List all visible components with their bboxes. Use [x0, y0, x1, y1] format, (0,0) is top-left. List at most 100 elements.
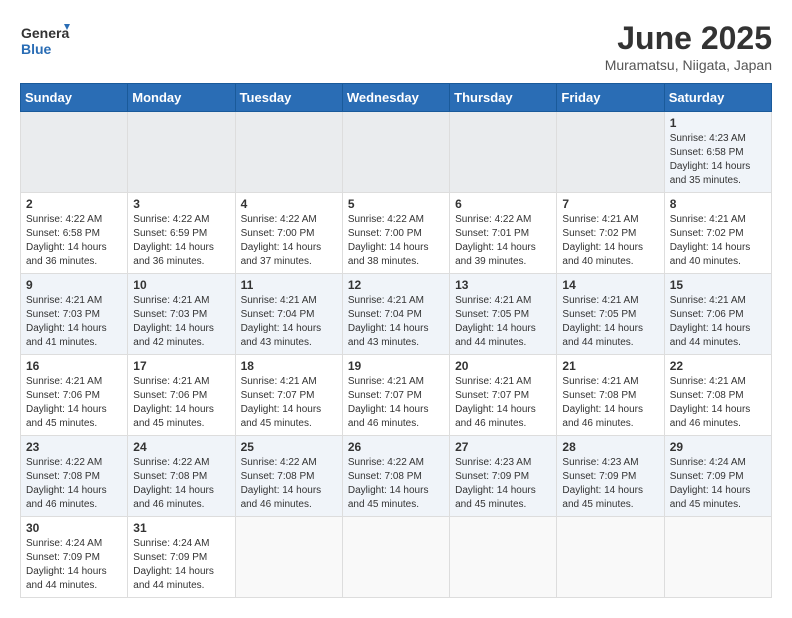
calendar-cell: 15 Sunrise: 4:21 AMSunset: 7:06 PMDayligh…: [664, 274, 771, 355]
day-content: Sunrise: 4:24 AMSunset: 7:09 PMDaylight:…: [670, 456, 766, 512]
day-content: Sunrise: 4:22 AMSunset: 7:08 PMDaylight:…: [26, 456, 122, 512]
calendar-cell: 1Sunrise: 4:23 AMSunset: 6:58 PMDaylight…: [664, 112, 771, 193]
day-content: Sunrise: 4:22 AMSunset: 7:00 PMDaylight:…: [241, 213, 337, 269]
day-number: 29: [670, 440, 766, 454]
logo: General Blue: [20, 20, 70, 64]
header-thursday: Thursday: [450, 84, 557, 112]
calendar-cell: 20 Sunrise: 4:21 AMSunset: 7:07 PMDayligh…: [450, 355, 557, 436]
calendar-week-0: 1Sunrise: 4:23 AMSunset: 6:58 PMDaylight…: [21, 112, 772, 193]
day-content: Sunrise: 4:22 AMSunset: 6:59 PMDaylight:…: [133, 213, 229, 269]
day-number: 26: [348, 440, 444, 454]
day-content: Sunrise: 4:21 AMSunset: 7:07 PMDaylight:…: [455, 375, 551, 431]
day-content: Sunrise: 4:22 AMSunset: 6:58 PMDaylight:…: [26, 213, 122, 269]
calendar-cell: [235, 517, 342, 598]
calendar-cell: 9Sunrise: 4:21 AMSunset: 7:03 PMDaylight…: [21, 274, 128, 355]
day-number: 23: [26, 440, 122, 454]
day-number: 24: [133, 440, 229, 454]
calendar-cell: [342, 112, 449, 193]
calendar-cell: [342, 517, 449, 598]
day-content: Sunrise: 4:21 AMSunset: 7:03 PMDaylight:…: [133, 294, 229, 350]
day-number: 14: [562, 278, 658, 292]
calendar-header-row: SundayMondayTuesdayWednesdayThursdayFrid…: [21, 84, 772, 112]
calendar-cell: [557, 517, 664, 598]
day-content: Sunrise: 4:22 AMSunset: 7:08 PMDaylight:…: [348, 456, 444, 512]
calendar-cell: 19Sunrise: 4:21 AMSunset: 7:07 PMDayligh…: [342, 355, 449, 436]
day-content: Sunrise: 4:21 AMSunset: 7:02 PMDaylight:…: [670, 213, 766, 269]
day-number: 17: [133, 359, 229, 373]
day-content: Sunrise: 4:22 AMSunset: 7:00 PMDaylight:…: [348, 213, 444, 269]
day-number: 6: [455, 197, 551, 211]
calendar-cell: [664, 517, 771, 598]
day-content: Sunrise: 4:21 AMSunset: 7:04 PMDaylight:…: [348, 294, 444, 350]
day-number: 2: [26, 197, 122, 211]
calendar-cell: [235, 112, 342, 193]
day-content: Sunrise: 4:21 AMSunset: 7:05 PMDaylight:…: [562, 294, 658, 350]
day-content: Sunrise: 4:23 AMSunset: 7:09 PMDaylight:…: [455, 456, 551, 512]
day-content: Sunrise: 4:21 AMSunset: 7:06 PMDaylight:…: [26, 375, 122, 431]
calendar-cell: 3Sunrise: 4:22 AMSunset: 6:59 PMDaylight…: [128, 193, 235, 274]
day-number: 20: [455, 359, 551, 373]
calendar-table: SundayMondayTuesdayWednesdayThursdayFrid…: [20, 83, 772, 598]
day-number: 19: [348, 359, 444, 373]
calendar-cell: 16 Sunrise: 4:21 AMSunset: 7:06 PMDayligh…: [21, 355, 128, 436]
header-tuesday: Tuesday: [235, 84, 342, 112]
calendar-cell: 10 Sunrise: 4:21 AMSunset: 7:03 PMDayligh…: [128, 274, 235, 355]
calendar-cell: 26 Sunrise: 4:22 AMSunset: 7:08 PMDayligh…: [342, 436, 449, 517]
calendar-cell: 13 Sunrise: 4:21 AMSunset: 7:05 PMDayligh…: [450, 274, 557, 355]
calendar-subtitle: Muramatsu, Niigata, Japan: [605, 57, 772, 73]
day-content: Sunrise: 4:23 AMSunset: 6:58 PMDaylight:…: [670, 132, 766, 188]
calendar-cell: 23 Sunrise: 4:22 AMSunset: 7:08 PMDayligh…: [21, 436, 128, 517]
calendar-cell: 14 Sunrise: 4:21 AMSunset: 7:05 PMDayligh…: [557, 274, 664, 355]
day-number: 13: [455, 278, 551, 292]
day-number: 12: [348, 278, 444, 292]
day-content: Sunrise: 4:21 AMSunset: 7:05 PMDaylight:…: [455, 294, 551, 350]
calendar-cell: 2 Sunrise: 4:22 AMSunset: 6:58 PMDaylight…: [21, 193, 128, 274]
title-block: June 2025 Muramatsu, Niigata, Japan: [605, 20, 772, 73]
day-content: Sunrise: 4:21 AMSunset: 7:07 PMDaylight:…: [241, 375, 337, 431]
calendar-cell: 30 Sunrise: 4:24 AMSunset: 7:09 PMDayligh…: [21, 517, 128, 598]
day-number: 11: [241, 278, 337, 292]
day-number: 27: [455, 440, 551, 454]
day-number: 31: [133, 521, 229, 535]
day-number: 18: [241, 359, 337, 373]
day-content: Sunrise: 4:24 AMSunset: 7:09 PMDaylight:…: [133, 537, 229, 593]
day-number: 8: [670, 197, 766, 211]
day-number: 21: [562, 359, 658, 373]
calendar-week-4: 23 Sunrise: 4:22 AMSunset: 7:08 PMDayligh…: [21, 436, 772, 517]
day-number: 16: [26, 359, 122, 373]
day-content: Sunrise: 4:21 AMSunset: 7:06 PMDaylight:…: [670, 294, 766, 350]
calendar-cell: 12 Sunrise: 4:21 AMSunset: 7:04 PMDayligh…: [342, 274, 449, 355]
day-number: 28: [562, 440, 658, 454]
calendar-cell: 4 Sunrise: 4:22 AMSunset: 7:00 PMDaylight…: [235, 193, 342, 274]
header-sunday: Sunday: [21, 84, 128, 112]
header-saturday: Saturday: [664, 84, 771, 112]
day-content: Sunrise: 4:23 AMSunset: 7:09 PMDaylight:…: [562, 456, 658, 512]
calendar-cell: 29 Sunrise: 4:24 AMSunset: 7:09 PMDayligh…: [664, 436, 771, 517]
calendar-cell: 25Sunrise: 4:22 AMSunset: 7:08 PMDayligh…: [235, 436, 342, 517]
page-header: General Blue June 2025 Muramatsu, Niigat…: [20, 20, 772, 73]
day-content: Sunrise: 4:22 AMSunset: 7:08 PMDaylight:…: [133, 456, 229, 512]
calendar-cell: [450, 517, 557, 598]
day-number: 9: [26, 278, 122, 292]
day-content: Sunrise: 4:21 AMSunset: 7:02 PMDaylight:…: [562, 213, 658, 269]
calendar-cell: [450, 112, 557, 193]
day-content: Sunrise: 4:21 AMSunset: 7:04 PMDaylight:…: [241, 294, 337, 350]
calendar-week-2: 9 Sunrise: 4:21 AMSunset: 7:03 PMDaylight…: [21, 274, 772, 355]
logo-svg: General Blue: [20, 20, 70, 64]
day-number: 30: [26, 521, 122, 535]
calendar-cell: 17Sunrise: 4:21 AMSunset: 7:06 PMDayligh…: [128, 355, 235, 436]
day-content: Sunrise: 4:21 AMSunset: 7:08 PMDaylight:…: [562, 375, 658, 431]
calendar-week-3: 16 Sunrise: 4:21 AMSunset: 7:06 PMDayligh…: [21, 355, 772, 436]
calendar-cell: 31 Sunrise: 4:24 AMSunset: 7:09 PMDayligh…: [128, 517, 235, 598]
day-content: Sunrise: 4:22 AMSunset: 7:08 PMDaylight:…: [241, 456, 337, 512]
calendar-cell: 8 Sunrise: 4:21 AMSunset: 7:02 PMDaylight…: [664, 193, 771, 274]
day-number: 4: [241, 197, 337, 211]
calendar-week-1: 2 Sunrise: 4:22 AMSunset: 6:58 PMDaylight…: [21, 193, 772, 274]
calendar-cell: 24 Sunrise: 4:22 AMSunset: 7:08 PMDayligh…: [128, 436, 235, 517]
calendar-cell: [557, 112, 664, 193]
calendar-cell: 6Sunrise: 4:22 AMSunset: 7:01 PMDaylight…: [450, 193, 557, 274]
day-number: 15: [670, 278, 766, 292]
day-number: 10: [133, 278, 229, 292]
calendar-cell: [21, 112, 128, 193]
day-content: Sunrise: 4:24 AMSunset: 7:09 PMDaylight:…: [26, 537, 122, 593]
